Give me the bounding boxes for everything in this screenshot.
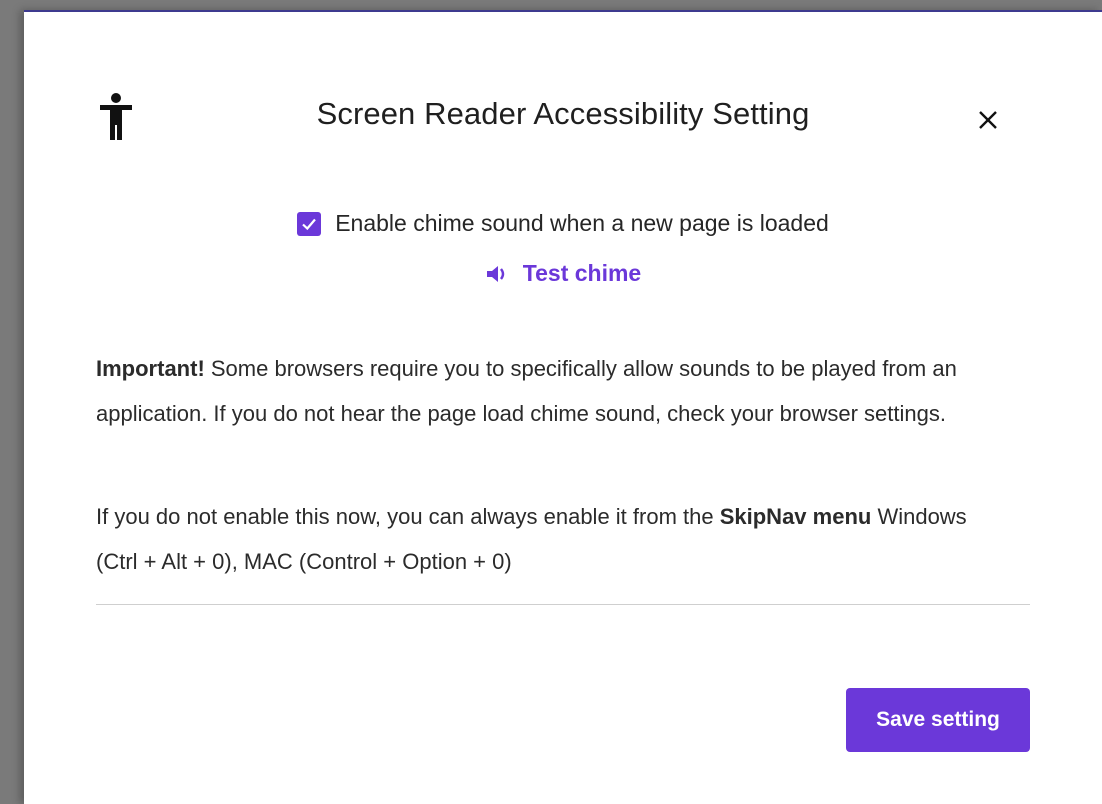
enable-chime-checkbox[interactable] — [297, 211, 322, 236]
checkmark-icon — [302, 218, 317, 230]
enable-later-notice: If you do not enable this now, you can a… — [96, 494, 996, 584]
close-icon — [979, 111, 997, 129]
speaker-icon — [486, 265, 504, 282]
test-chime-label: Test chime — [522, 260, 642, 286]
enable-chime-label[interactable]: Enable chime sound when a new page is lo… — [335, 210, 829, 237]
save-setting-button[interactable]: Save setting — [846, 688, 1030, 752]
dialog-title: Screen Reader Accessibility Setting — [316, 96, 810, 131]
important-text: Some browsers require you to specificall… — [96, 356, 957, 426]
chime-setting-row: Enable chime sound when a new page is lo… — [24, 210, 1102, 237]
close-button[interactable] — [968, 100, 1008, 140]
skipnav-menu-label: SkipNav menu — [719, 504, 872, 529]
important-label: Important! — [96, 356, 205, 381]
divider — [96, 604, 1030, 605]
important-notice: Important! Some browsers require you to … — [96, 346, 996, 436]
test-chime-link[interactable]: Test chime — [24, 260, 1102, 287]
enable-prefix-text: If you do not enable this now, you can a… — [96, 504, 720, 529]
accessibility-dialog: Screen Reader Accessibility Setting Enab… — [24, 10, 1102, 804]
